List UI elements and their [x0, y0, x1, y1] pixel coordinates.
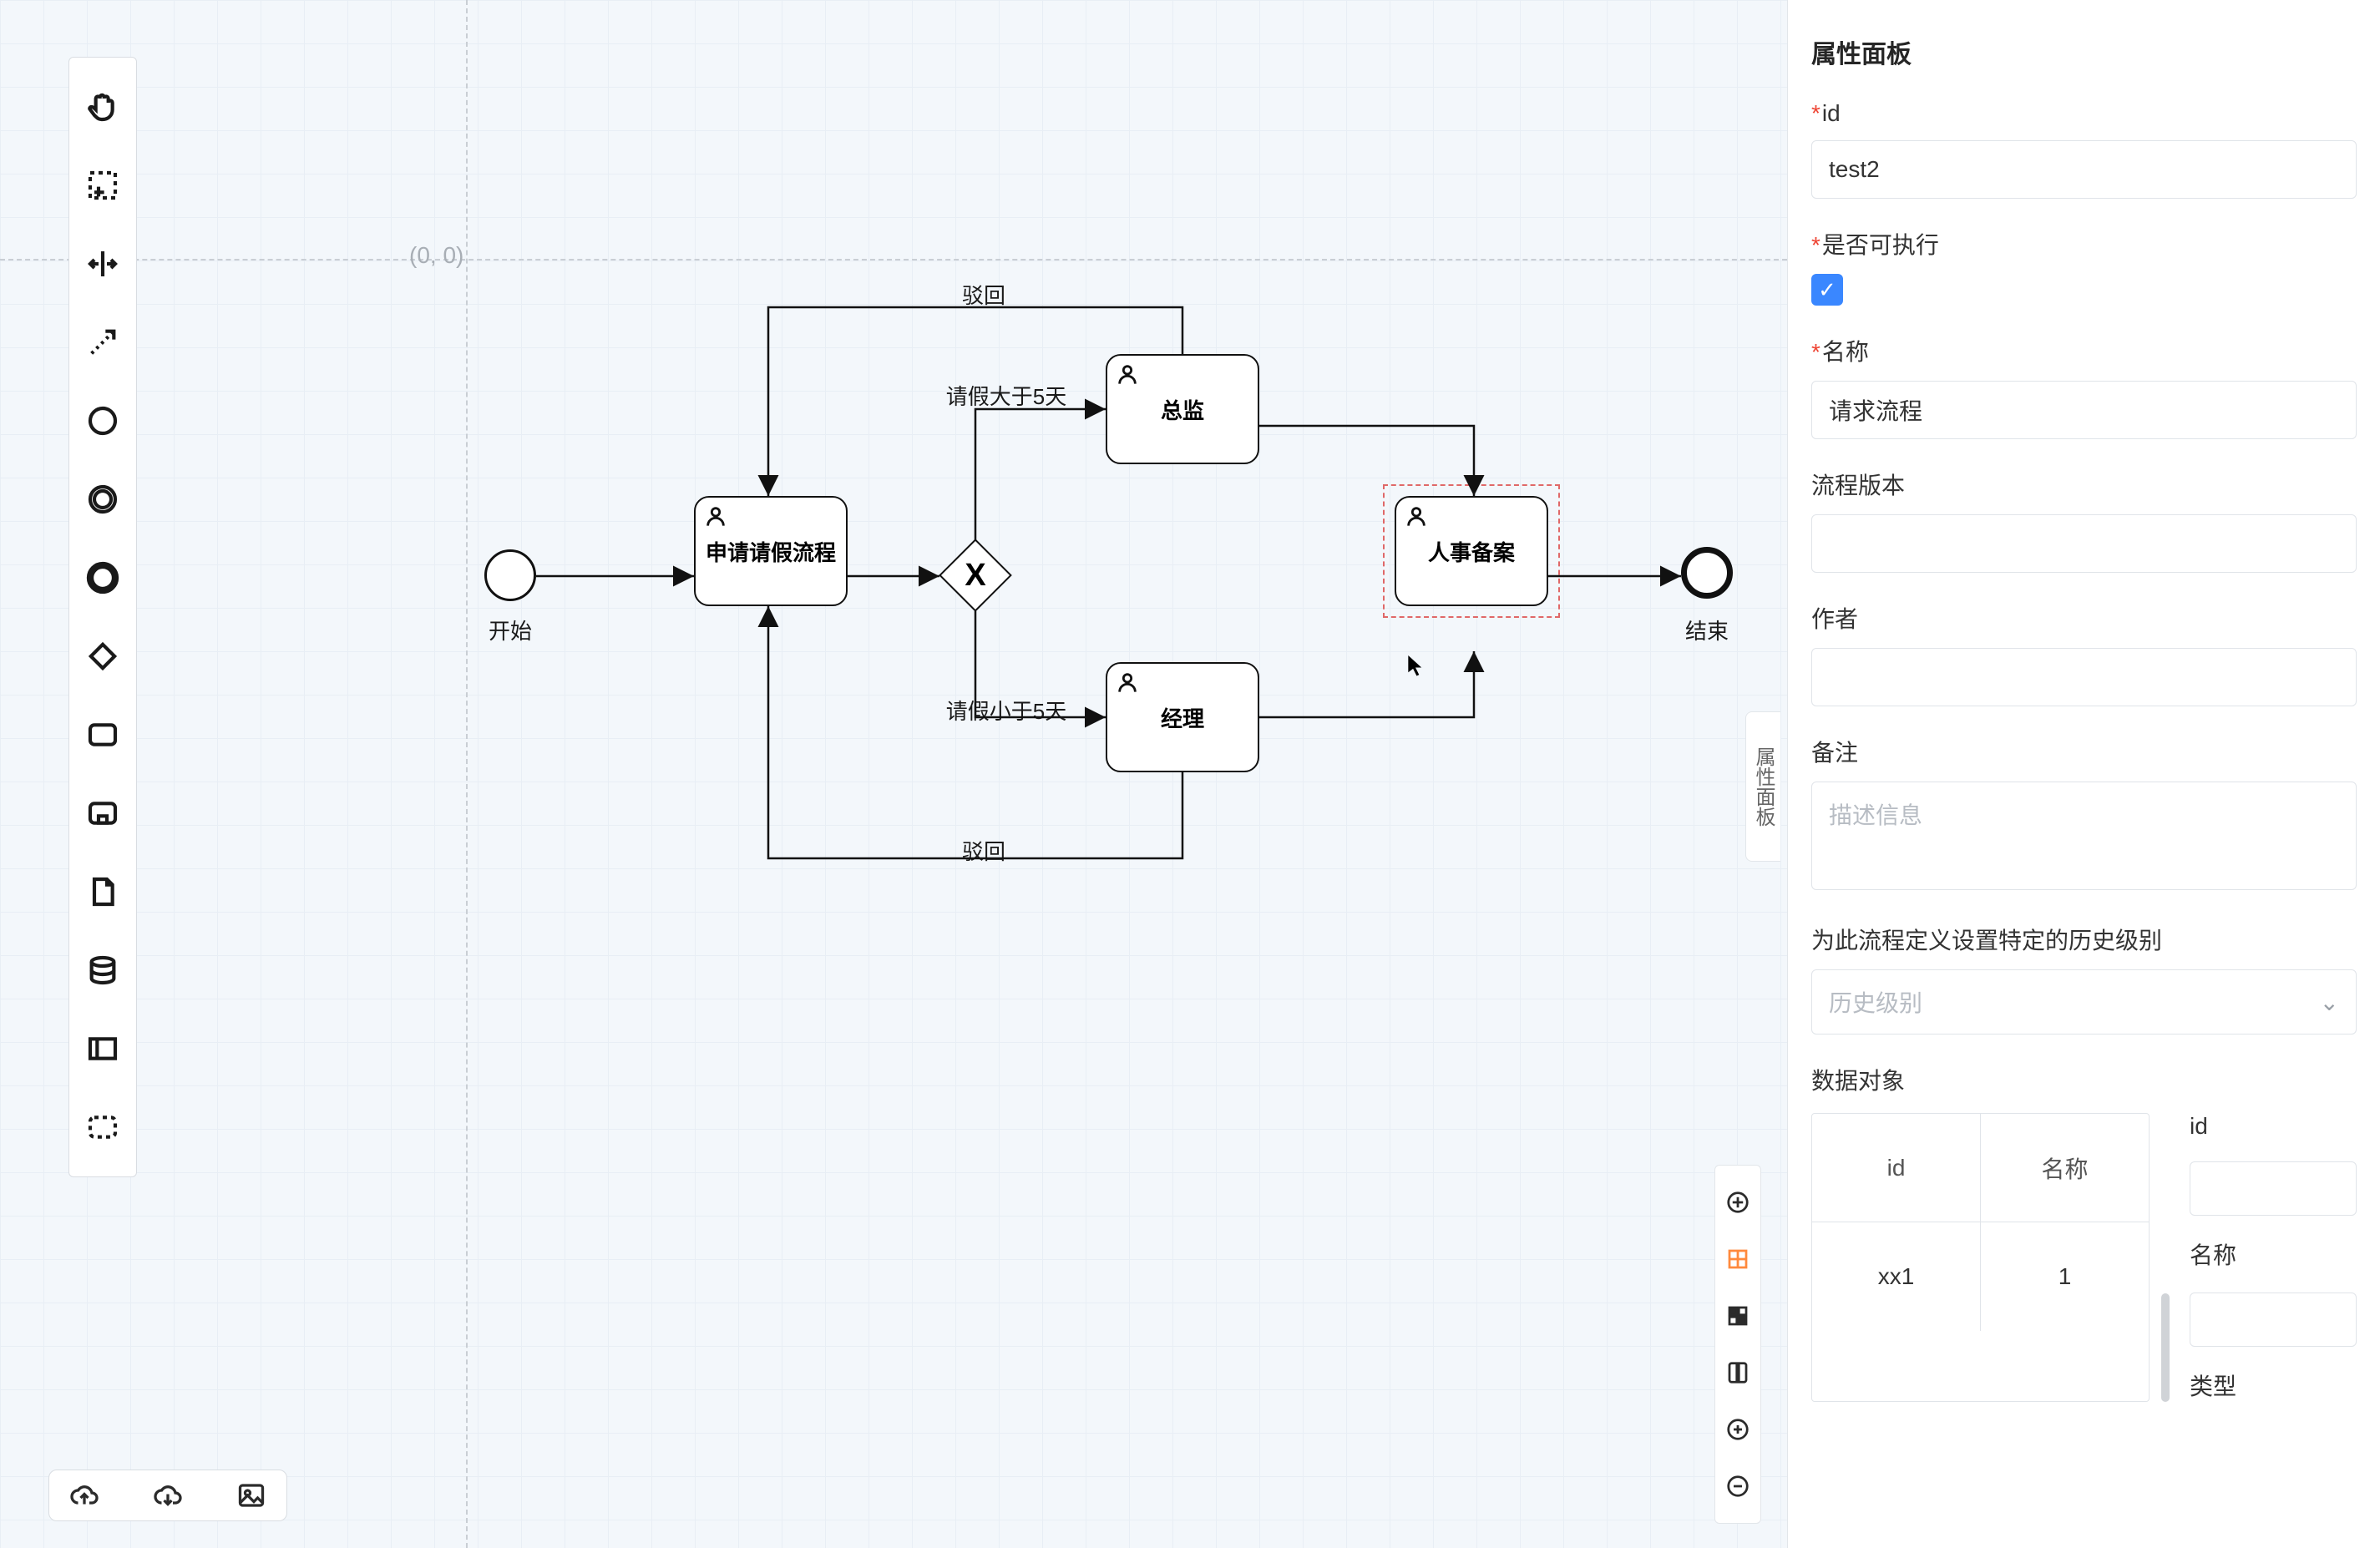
start-event[interactable] [484, 549, 536, 601]
side-id-label: id [2190, 1113, 2357, 1140]
field-history: 为此流程定义设置特定的历史级别 历史级别 ⌄ [1811, 923, 2357, 1035]
user-icon [1116, 362, 1139, 390]
view-toolbar [1714, 1165, 1761, 1524]
remark-label: 备注 [1811, 735, 2357, 768]
panel-title: 属性面板 [1811, 33, 2357, 70]
task-hr-record[interactable]: 人事备案 [1395, 496, 1548, 606]
space-tool[interactable] [80, 241, 125, 286]
edge-gt5-label: 请假大于5天 [935, 380, 1077, 411]
task-tool[interactable] [80, 712, 125, 757]
id-label: id [1822, 100, 1841, 126]
id-input[interactable] [1811, 140, 2357, 199]
connectors-layer [0, 0, 1787, 1548]
gateway-tool[interactable] [80, 634, 125, 679]
task-apply-leave[interactable]: 申请请假流程 [694, 496, 848, 606]
pool-tool[interactable] [80, 1026, 125, 1071]
left-palette [68, 57, 137, 1177]
col-id: id [1812, 1114, 1981, 1222]
task-manager[interactable]: 经理 [1106, 662, 1259, 772]
field-author: 作者 [1811, 601, 2357, 706]
end-event-label: 结束 [1681, 615, 1733, 645]
field-id: *id [1811, 100, 2357, 199]
task-apply-label: 申请请假流程 [697, 536, 844, 567]
panel-collapse-tab[interactable]: 属性面板 [1745, 711, 1780, 862]
subprocess-tool[interactable] [80, 791, 125, 836]
zoom-out-button[interactable] [1721, 1470, 1755, 1503]
end-event[interactable] [1681, 547, 1733, 599]
data-object-side-form: id 名称 类型 [2190, 1113, 2357, 1402]
center-canvas-button[interactable] [1721, 1242, 1755, 1276]
properties-panel: 属性面板 *id *是否可执行 ✓ *名称 流程版本 作者 备注 为此流程定义设… [1787, 0, 2380, 1548]
executable-label: 是否可执行 [1822, 232, 1939, 258]
edge-reject-top-label: 驳回 [942, 279, 1025, 310]
side-name-label: 名称 [2190, 1237, 2357, 1271]
documentation-button[interactable] [1721, 1356, 1755, 1389]
author-label: 作者 [1811, 601, 2357, 635]
upload-button[interactable] [68, 1479, 101, 1512]
col-name: 名称 [1981, 1114, 2149, 1222]
side-name-input[interactable] [2190, 1293, 2357, 1347]
cell-id: xx1 [1812, 1222, 1981, 1331]
hand-tool[interactable] [80, 84, 125, 129]
user-icon [704, 504, 727, 532]
history-select[interactable]: 历史级别 ⌄ [1811, 969, 2357, 1035]
remark-textarea[interactable] [1811, 782, 2357, 890]
user-icon [1116, 670, 1139, 698]
gateway-x-icon: X [951, 551, 1000, 599]
table-header-row: id 名称 [1812, 1114, 2149, 1222]
task-manager-label: 经理 [1152, 702, 1213, 733]
history-placeholder: 历史级别 [1829, 985, 1922, 1019]
origin-label: (0, 0) [409, 242, 463, 269]
data-object-table: id 名称 xx1 1 [1811, 1113, 2150, 1402]
cursor-icon [1408, 655, 1423, 677]
exclusive-gateway[interactable]: X [939, 539, 1012, 612]
field-remark: 备注 [1811, 735, 2357, 894]
connect-tool[interactable] [80, 320, 125, 365]
fit-viewport-button[interactable] [1721, 1186, 1755, 1219]
download-button[interactable] [151, 1479, 185, 1512]
user-icon [1405, 504, 1428, 532]
history-label: 为此流程定义设置特定的历史级别 [1811, 923, 2357, 956]
lasso-select-tool[interactable] [80, 163, 125, 208]
table-scrollbar[interactable] [2161, 1293, 2170, 1402]
origin-vertical-line [466, 0, 468, 1548]
toggle-grid-button[interactable] [1721, 1299, 1755, 1333]
version-label: 流程版本 [1811, 468, 2357, 501]
start-event-label: 开始 [484, 615, 536, 645]
task-director[interactable]: 总监 [1106, 354, 1259, 464]
version-input[interactable] [1811, 514, 2357, 573]
group-tool[interactable] [80, 1105, 125, 1150]
bpmn-canvas[interactable]: (0, 0) 开始 申请请假流程 X 总监 经理 人事备案 结束 驳回 [0, 0, 1787, 1548]
export-image-button[interactable] [235, 1479, 268, 1512]
name-input[interactable] [1811, 381, 2357, 439]
cell-name: 1 [1981, 1222, 2149, 1331]
data-object-section-title: 数据对象 [1811, 1063, 2357, 1096]
origin-horizontal-line [0, 259, 1787, 261]
edge-lt5-label: 请假小于5天 [935, 695, 1077, 726]
start-event-tool[interactable] [80, 398, 125, 443]
author-input[interactable] [1811, 648, 2357, 706]
io-toolbar [48, 1470, 287, 1521]
end-event-tool[interactable] [80, 555, 125, 600]
table-row[interactable]: xx1 1 [1812, 1222, 2149, 1331]
zoom-in-button[interactable] [1721, 1413, 1755, 1446]
chevron-down-icon: ⌄ [2320, 989, 2339, 1016]
task-director-label: 总监 [1152, 394, 1213, 425]
side-id-input[interactable] [2190, 1161, 2357, 1216]
intermediate-event-tool[interactable] [80, 477, 125, 522]
task-hr-label: 人事备案 [1420, 536, 1523, 567]
edge-reject-bottom-label: 驳回 [942, 835, 1025, 866]
field-executable: *是否可执行 ✓ [1811, 227, 2357, 306]
field-version: 流程版本 [1811, 468, 2357, 573]
data-object-tool[interactable] [80, 869, 125, 914]
executable-checkbox[interactable]: ✓ [1811, 274, 1843, 306]
name-label: 名称 [1822, 339, 1869, 365]
data-store-tool[interactable] [80, 948, 125, 993]
field-name: *名称 [1811, 334, 2357, 439]
side-type-label: 类型 [2190, 1368, 2357, 1402]
